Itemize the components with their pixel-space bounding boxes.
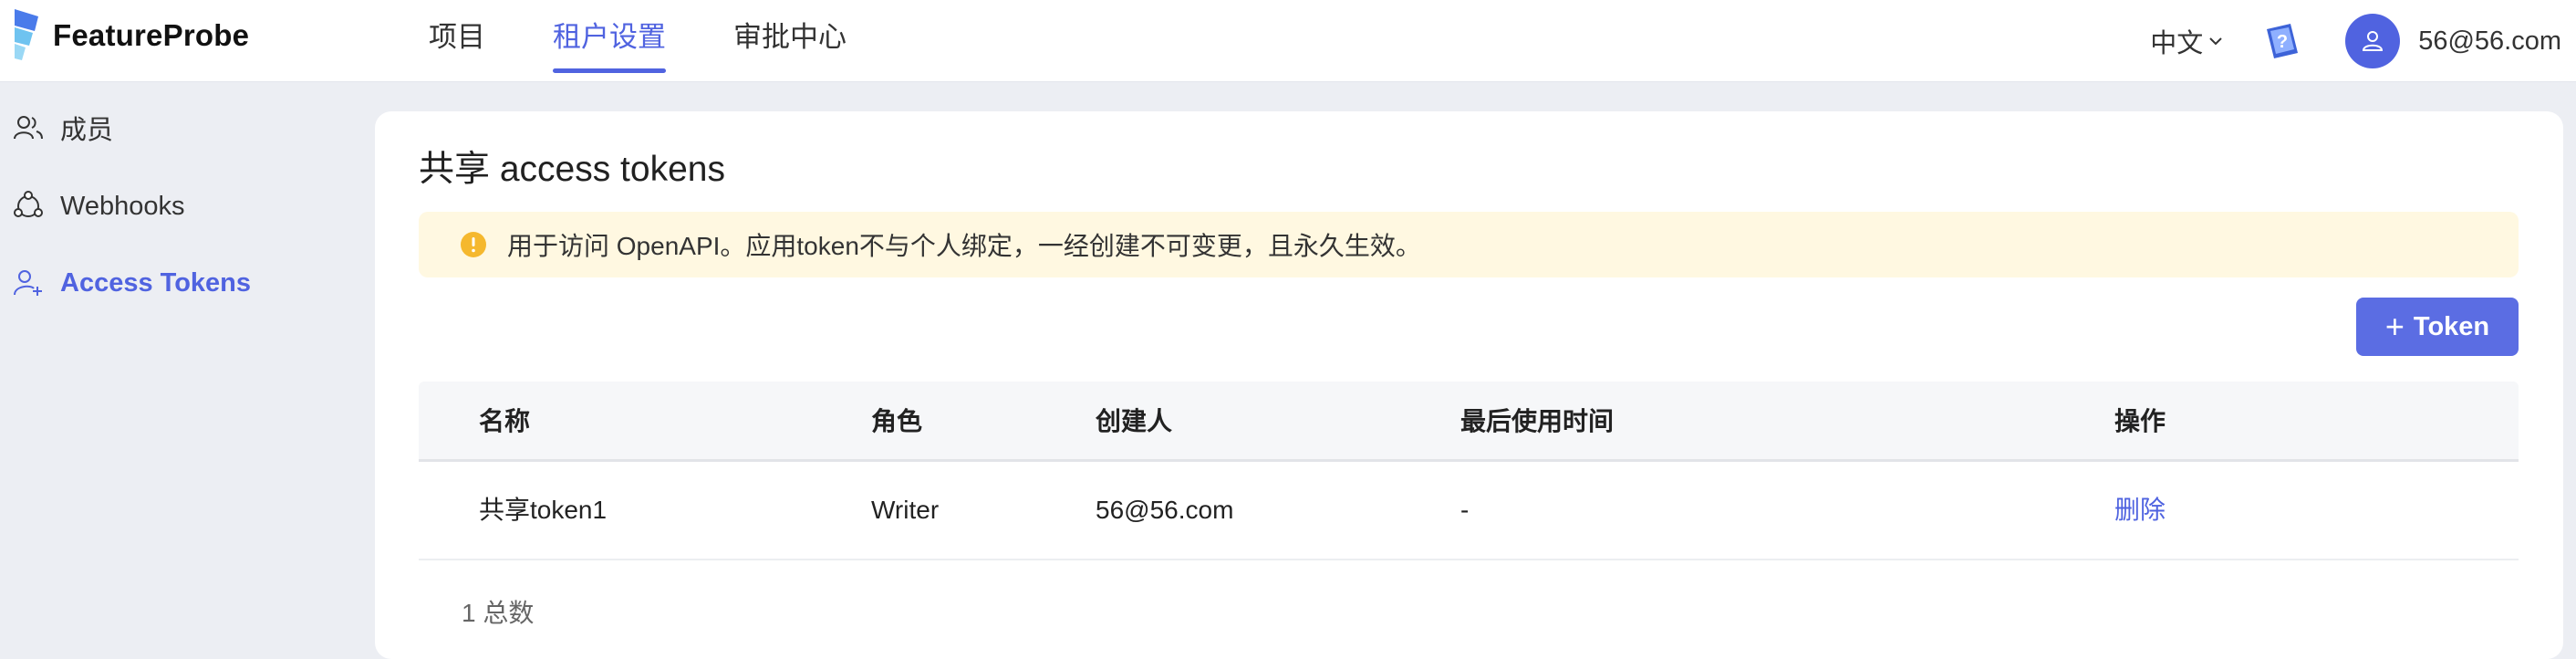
cell-last-used: - bbox=[1460, 496, 1470, 524]
nav-item-approval-center[interactable]: 审批中心 bbox=[733, 0, 847, 82]
cell-role: Writer bbox=[871, 496, 940, 524]
svg-text:?: ? bbox=[2277, 32, 2288, 52]
content-card: 共享 access tokens 用于访问 OpenAPI。应用token不与个… bbox=[375, 111, 2563, 659]
chevron-down-icon bbox=[2209, 37, 2222, 46]
total-count: 1 总数 bbox=[462, 599, 535, 627]
user-email[interactable]: 56@56.com bbox=[2418, 26, 2561, 57]
add-token-label: Token bbox=[2413, 311, 2490, 341]
webhook-icon bbox=[13, 190, 46, 223]
sidebar-item-webhooks[interactable]: Webhooks bbox=[13, 183, 185, 229]
alert-text: 用于访问 OpenAPI。应用token不与个人绑定，一经创建不可变更，且永久生… bbox=[507, 232, 1421, 260]
language-label: 中文 bbox=[2150, 29, 2204, 58]
sidebar-item-access-tokens[interactable]: Access Tokens bbox=[13, 260, 251, 306]
add-token-button[interactable]: + Token bbox=[2356, 298, 2519, 356]
column-header-creator: 创建人 bbox=[1096, 407, 1173, 435]
column-header-actions: 操作 bbox=[2114, 407, 2166, 435]
delete-link[interactable]: 删除 bbox=[2114, 462, 2166, 559]
warning-icon bbox=[461, 232, 486, 257]
members-icon bbox=[13, 111, 46, 144]
user-plus-icon bbox=[13, 267, 46, 299]
logo[interactable]: FeatureProbe bbox=[11, 7, 249, 64]
top-header: FeatureProbe 项目 租户设置 审批中心 中文 ? 56@56.com bbox=[0, 0, 2576, 82]
sidebar-item-label: 成员 bbox=[60, 116, 114, 145]
sidebar-item-label: Webhooks bbox=[60, 191, 185, 221]
logo-text: FeatureProbe bbox=[53, 18, 250, 52]
avatar[interactable] bbox=[2345, 14, 2401, 68]
column-header-name: 名称 bbox=[479, 407, 531, 435]
table-header: 名称 角色 创建人 最后使用时间 操作 bbox=[419, 382, 2519, 462]
cell-token-name: 共享token1 bbox=[479, 496, 608, 524]
featureprobe-logo-icon bbox=[15, 9, 38, 60]
nav-item-tenant-settings[interactable]: 租户设置 bbox=[553, 0, 666, 82]
page-title: 共享 access tokens bbox=[419, 150, 725, 189]
column-header-role: 角色 bbox=[871, 407, 923, 435]
top-nav: 项目 租户设置 审批中心 bbox=[429, 0, 914, 82]
language-selector[interactable]: 中文 bbox=[2150, 22, 2223, 60]
header-right: 中文 ? 56@56.com bbox=[2150, 0, 2561, 82]
column-header-last-used: 最后使用时间 bbox=[1460, 407, 1615, 435]
sidebar-item-label: Access Tokens bbox=[60, 267, 252, 298]
table-row: 共享token1 Writer 56@56.com - 删除 bbox=[419, 462, 2519, 560]
sidebar: 成员 Webhooks Access Tokens bbox=[0, 83, 374, 641]
plus-icon: + bbox=[2384, 308, 2405, 345]
nav-item-projects[interactable]: 项目 bbox=[429, 0, 485, 82]
help-icon[interactable]: ? bbox=[2261, 20, 2303, 62]
user-icon bbox=[2363, 31, 2384, 51]
cell-creator: 56@56.com bbox=[1096, 496, 1234, 524]
sidebar-item-members[interactable]: 成员 bbox=[13, 105, 113, 151]
tokens-table: 名称 角色 创建人 最后使用时间 操作 共享token1 Writer 56@5… bbox=[419, 382, 2519, 560]
info-alert: 用于访问 OpenAPI。应用token不与个人绑定，一经创建不可变更，且永久生… bbox=[419, 212, 2519, 277]
